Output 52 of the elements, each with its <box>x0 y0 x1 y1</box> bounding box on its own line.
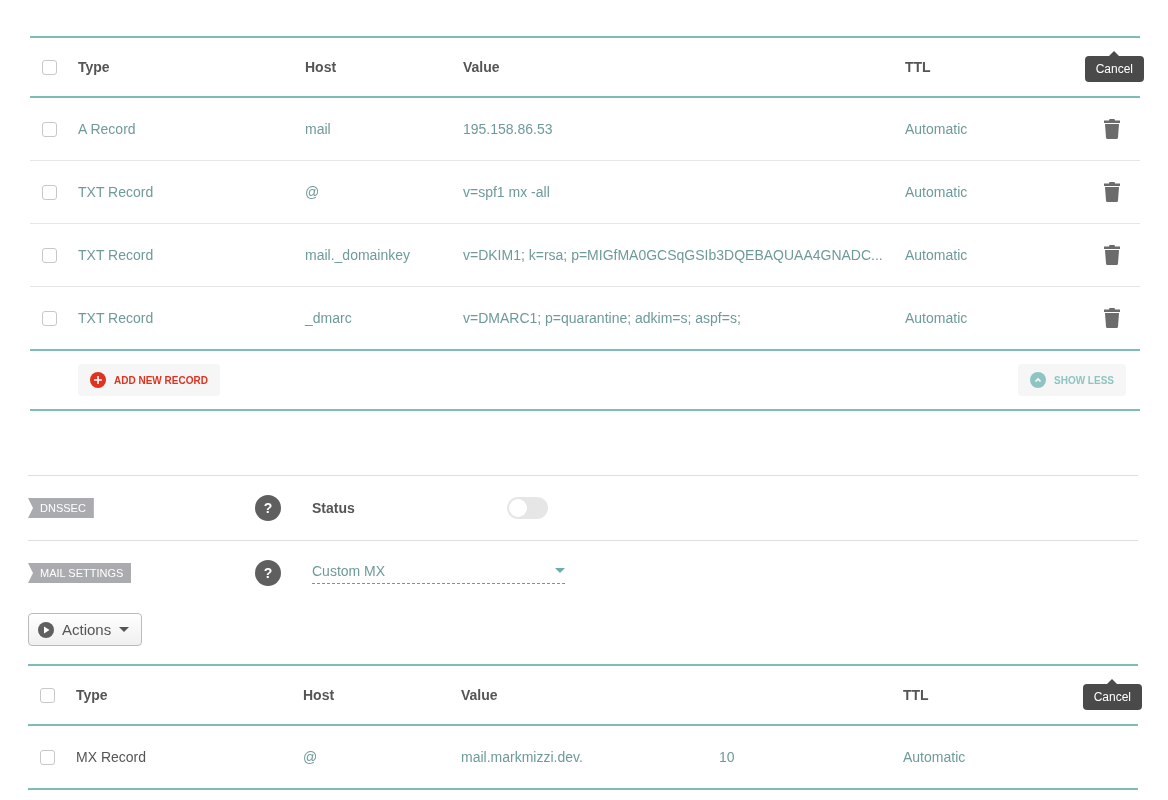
chevron-up-icon <box>1030 372 1046 388</box>
table-cell-text: v=DKIM1; k=rsa; p=MIGfMA0GCSqGSIb3DQEBAQUAA4GNADC... <box>463 247 884 263</box>
help-icon[interactable]: ? <box>255 560 281 586</box>
trash-icon[interactable] <box>1104 245 1120 265</box>
table-cell-text: Automatic <box>905 184 969 200</box>
trash-icon[interactable] <box>1104 119 1120 139</box>
column-header: Host <box>305 59 338 75</box>
table-cell-text: MX Record <box>76 749 148 765</box>
help-icon[interactable]: ? <box>255 495 281 521</box>
column-header: Value <box>461 687 499 703</box>
toggle-switch[interactable] <box>507 497 548 519</box>
checkbox[interactable] <box>42 59 57 75</box>
checkbox[interactable] <box>42 247 57 263</box>
table-cell-text: TXT Record <box>78 247 155 263</box>
checkbox[interactable] <box>42 121 57 137</box>
table-cell-text: Automatic <box>905 247 969 263</box>
table-cell-text: Automatic <box>903 749 967 765</box>
column-header: Host <box>303 687 336 703</box>
column-header: Type <box>76 687 109 703</box>
table-cell-text: mail.markmizzi.dev. <box>461 749 584 765</box>
table-cell-text: 195.158.86.53 <box>463 121 554 137</box>
column-header: TTL <box>905 59 932 75</box>
column-header: Type <box>78 59 111 75</box>
trash-icon[interactable] <box>1104 308 1120 328</box>
table-cell-text: mail._domainkey <box>305 247 412 263</box>
trash-icon[interactable] <box>1104 182 1120 202</box>
table-cell-text: v=spf1 mx -all <box>463 184 551 200</box>
table-cell-text: @ <box>303 749 319 765</box>
table-cell-text: Automatic <box>905 310 969 326</box>
table-cell-text: _dmarc <box>305 310 353 326</box>
status-label: Status <box>312 500 356 516</box>
table-cell-text: 10 <box>719 749 736 765</box>
mail-dropdown[interactable]: Custom MX <box>312 562 565 584</box>
table-cell-text: Automatic <box>905 121 969 137</box>
actions-button[interactable]: Actions <box>28 613 143 646</box>
checkbox[interactable] <box>40 687 55 703</box>
checkbox[interactable] <box>42 184 57 200</box>
play-icon <box>38 621 54 638</box>
add-record-button[interactable]: ADD NEW RECORD <box>78 364 220 396</box>
plus-icon <box>90 372 106 388</box>
table-cell-text: @ <box>305 184 321 200</box>
table-cell-text: A Record <box>78 121 137 137</box>
table-cell-text: v=DMARC1; p=quarantine; adkim=s; aspf=s; <box>463 310 742 326</box>
checkbox[interactable] <box>40 749 55 765</box>
table-cell-text: TXT Record <box>78 310 155 326</box>
table-cell-text: mail <box>305 121 332 137</box>
checkbox[interactable] <box>42 310 57 326</box>
section-label: DNSSEC <box>28 498 94 518</box>
column-header: Value <box>463 59 501 75</box>
section-label: MAIL SETTINGS <box>28 563 132 583</box>
column-header: TTL <box>903 687 930 703</box>
table-cell-text: TXT Record <box>78 184 155 200</box>
